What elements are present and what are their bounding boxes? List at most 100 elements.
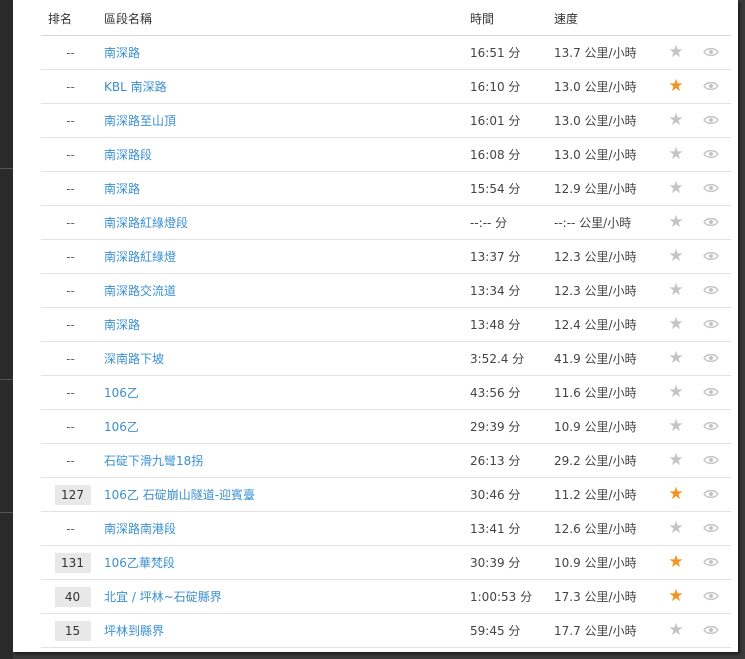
star-cell: ★ — [661, 579, 691, 614]
segment-link[interactable]: 南深路段 — [104, 148, 152, 162]
star-icon[interactable]: ★ — [668, 178, 683, 198]
star-icon[interactable]: ★ — [668, 212, 683, 232]
star-icon[interactable]: ★ — [668, 586, 683, 606]
eye-icon[interactable] — [703, 522, 719, 536]
rank-cell: -- — [41, 443, 100, 478]
star-icon[interactable]: ★ — [668, 280, 683, 300]
eye-icon[interactable] — [703, 352, 719, 366]
table-row: -- 106乙 29:39 分 10.9 公里/小時 ★ — [41, 409, 731, 444]
header-name: 區段名稱 — [100, 2, 470, 36]
table-row: -- 南深路 13:48 分 12.4 公里/小時 ★ — [41, 307, 731, 342]
eye-icon[interactable] — [703, 556, 719, 570]
eye-icon[interactable] — [703, 488, 719, 502]
segment-link[interactable]: 南深路紅綠燈段 — [104, 216, 188, 230]
rank-cell: -- — [41, 69, 100, 104]
segment-link[interactable]: 深南路下坡 — [104, 352, 164, 366]
segment-link[interactable]: 南深路 — [104, 318, 140, 332]
time-cell: 16:10 分 — [470, 69, 554, 104]
eye-icon[interactable] — [703, 46, 719, 60]
eye-icon[interactable] — [703, 590, 719, 604]
eye-icon[interactable] — [703, 114, 719, 128]
eye-icon[interactable] — [703, 386, 719, 400]
rank-cell: 131 — [41, 545, 100, 580]
table-header-row: 排名 區段名稱 時間 速度 — [41, 2, 731, 36]
rank-cell: -- — [41, 137, 100, 172]
segment-link[interactable]: 106乙 石碇崩山隧道-迎賓臺 — [104, 488, 255, 502]
speed-cell: 17.3 公里/小時 — [554, 579, 661, 614]
segment-link[interactable]: 南深路南港段 — [104, 522, 176, 536]
segment-link[interactable]: 106乙華梵段 — [104, 556, 175, 570]
eye-icon[interactable] — [703, 148, 719, 162]
eye-cell — [691, 103, 731, 138]
eye-cell — [691, 35, 731, 70]
star-icon[interactable]: ★ — [668, 484, 683, 504]
segment-link[interactable]: 106乙 — [104, 420, 139, 434]
eye-cell — [691, 375, 731, 410]
name-cell: 南深路交流道 — [100, 273, 470, 308]
segment-link[interactable]: 石碇下滑九彎18拐 — [104, 454, 203, 468]
star-cell: ★ — [661, 35, 691, 70]
star-icon[interactable]: ★ — [668, 348, 683, 368]
rank-cell: -- — [41, 205, 100, 240]
rank-value: -- — [66, 45, 75, 60]
name-cell: 北宜 / 坪林~石碇縣界 — [100, 579, 470, 614]
segment-link[interactable]: 南深路交流道 — [104, 284, 176, 298]
star-icon[interactable]: ★ — [668, 314, 683, 334]
star-cell: ★ — [661, 375, 691, 410]
time-cell: 13:48 分 — [470, 307, 554, 342]
name-cell: KBL 南深路 — [100, 69, 470, 104]
segment-link[interactable]: 南深路 — [104, 46, 140, 60]
star-icon[interactable]: ★ — [668, 416, 683, 436]
time-cell: 1:00:53 分 — [470, 579, 554, 614]
star-cell: ★ — [661, 613, 691, 648]
eye-icon[interactable] — [703, 250, 719, 264]
segment-link[interactable]: 南深路紅綠燈 — [104, 250, 176, 264]
eye-icon[interactable] — [703, 318, 719, 332]
star-icon[interactable]: ★ — [668, 620, 683, 640]
eye-cell — [691, 545, 731, 580]
segment-link[interactable]: 南深路 — [104, 182, 140, 196]
eye-icon[interactable] — [703, 624, 719, 638]
segment-link[interactable]: KBL 南深路 — [104, 80, 167, 94]
time-cell: 43:56 分 — [470, 375, 554, 410]
table-row: 15 坪林到縣界 59:45 分 17.7 公里/小時 ★ — [41, 613, 731, 648]
speed-cell: 11.6 公里/小時 — [554, 375, 661, 410]
eye-cell — [691, 137, 731, 172]
speed-cell: 12.3 公里/小時 — [554, 239, 661, 274]
star-icon[interactable]: ★ — [668, 246, 683, 266]
star-icon[interactable]: ★ — [668, 42, 683, 62]
time-cell: --:-- 分 — [470, 205, 554, 240]
star-icon[interactable]: ★ — [668, 110, 683, 130]
star-cell: ★ — [661, 341, 691, 376]
rank-value: -- — [66, 215, 75, 230]
eye-icon[interactable] — [703, 454, 719, 468]
rank-badge: 40 — [54, 586, 91, 607]
eye-cell — [691, 307, 731, 342]
name-cell: 106乙 石碇崩山隧道-迎賓臺 — [100, 477, 470, 512]
speed-cell: 12.4 公里/小時 — [554, 307, 661, 342]
star-icon[interactable]: ★ — [668, 144, 683, 164]
eye-icon[interactable] — [703, 80, 719, 94]
star-icon[interactable]: ★ — [668, 552, 683, 572]
eye-icon[interactable] — [703, 182, 719, 196]
time-cell: 30:39 分 — [470, 545, 554, 580]
star-icon[interactable]: ★ — [668, 382, 683, 402]
segment-link[interactable]: 坪林到縣界 — [104, 624, 164, 638]
table-row: -- 南深路段 16:08 分 13.0 公里/小時 ★ — [41, 137, 731, 172]
rank-cell: 127 — [41, 477, 100, 512]
segment-link[interactable]: 106乙 — [104, 386, 139, 400]
star-cell: ★ — [661, 171, 691, 206]
eye-icon[interactable] — [703, 284, 719, 298]
segment-link[interactable]: 南深路至山頂 — [104, 114, 176, 128]
eye-icon[interactable] — [703, 420, 719, 434]
time-cell: 3:52.4 分 — [470, 341, 554, 376]
rank-value: -- — [66, 521, 75, 536]
star-icon[interactable]: ★ — [668, 518, 683, 538]
name-cell: 南深路 — [100, 307, 470, 342]
star-icon[interactable]: ★ — [668, 76, 683, 96]
eye-cell — [691, 239, 731, 274]
eye-icon[interactable] — [703, 216, 719, 230]
speed-cell: 12.9 公里/小時 — [554, 171, 661, 206]
star-icon[interactable]: ★ — [668, 450, 683, 470]
segment-link[interactable]: 北宜 / 坪林~石碇縣界 — [104, 590, 222, 604]
